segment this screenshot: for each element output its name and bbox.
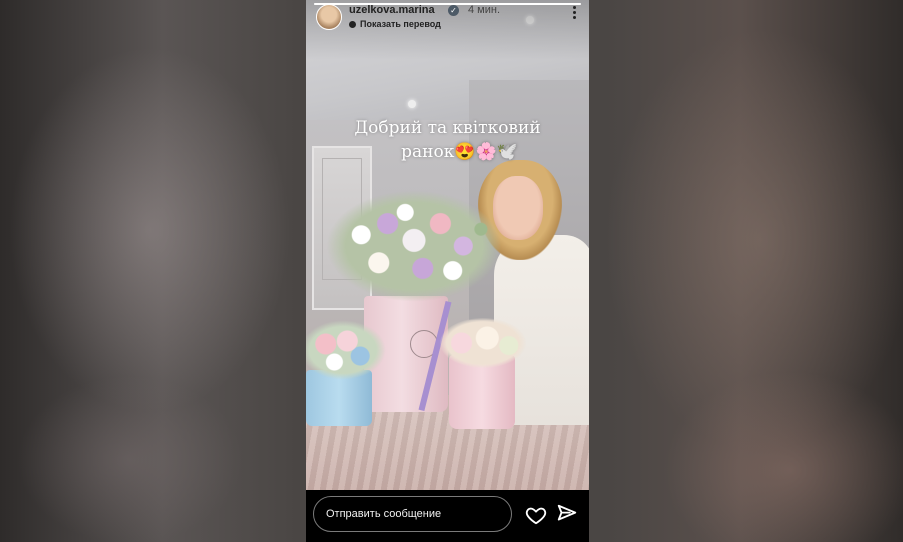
story-header: uzelkova.marina ✓ 4 мин. Показать перево… — [316, 2, 581, 32]
story-viewer[interactable]: Добрий та квітковий ранок😍🌸🕊️ uzelkova.m… — [306, 0, 589, 542]
story-caption: Добрий та квітковий ранок😍🌸🕊️ — [306, 116, 589, 164]
bouquet-large — [326, 190, 502, 302]
story-photo[interactable]: Добрий та квітковий ранок😍🌸🕊️ uzelkova.m… — [306, 0, 589, 490]
username-link[interactable]: uzelkova.marina — [349, 4, 435, 16]
story-caption-line2: ранок😍🌸🕊️ — [401, 142, 518, 162]
show-translation-label: Показать перевод — [360, 19, 441, 29]
send-icon[interactable] — [556, 503, 578, 525]
story-caption-line1: Добрий та квітковий — [354, 118, 541, 138]
post-time: 4 мин. — [468, 4, 501, 16]
more-options-icon[interactable] — [573, 6, 577, 22]
ceiling-light — [408, 100, 416, 108]
verified-badge-icon: ✓ — [448, 5, 459, 16]
show-translation-link[interactable]: Показать перевод — [349, 19, 441, 29]
translate-icon — [349, 21, 356, 28]
heart-icon[interactable] — [525, 504, 547, 526]
avatar[interactable] — [316, 4, 342, 30]
send-message-input[interactable] — [313, 496, 512, 532]
bouquet-small — [440, 318, 526, 368]
photo-woman-face — [493, 176, 543, 240]
story-footer — [306, 490, 589, 542]
